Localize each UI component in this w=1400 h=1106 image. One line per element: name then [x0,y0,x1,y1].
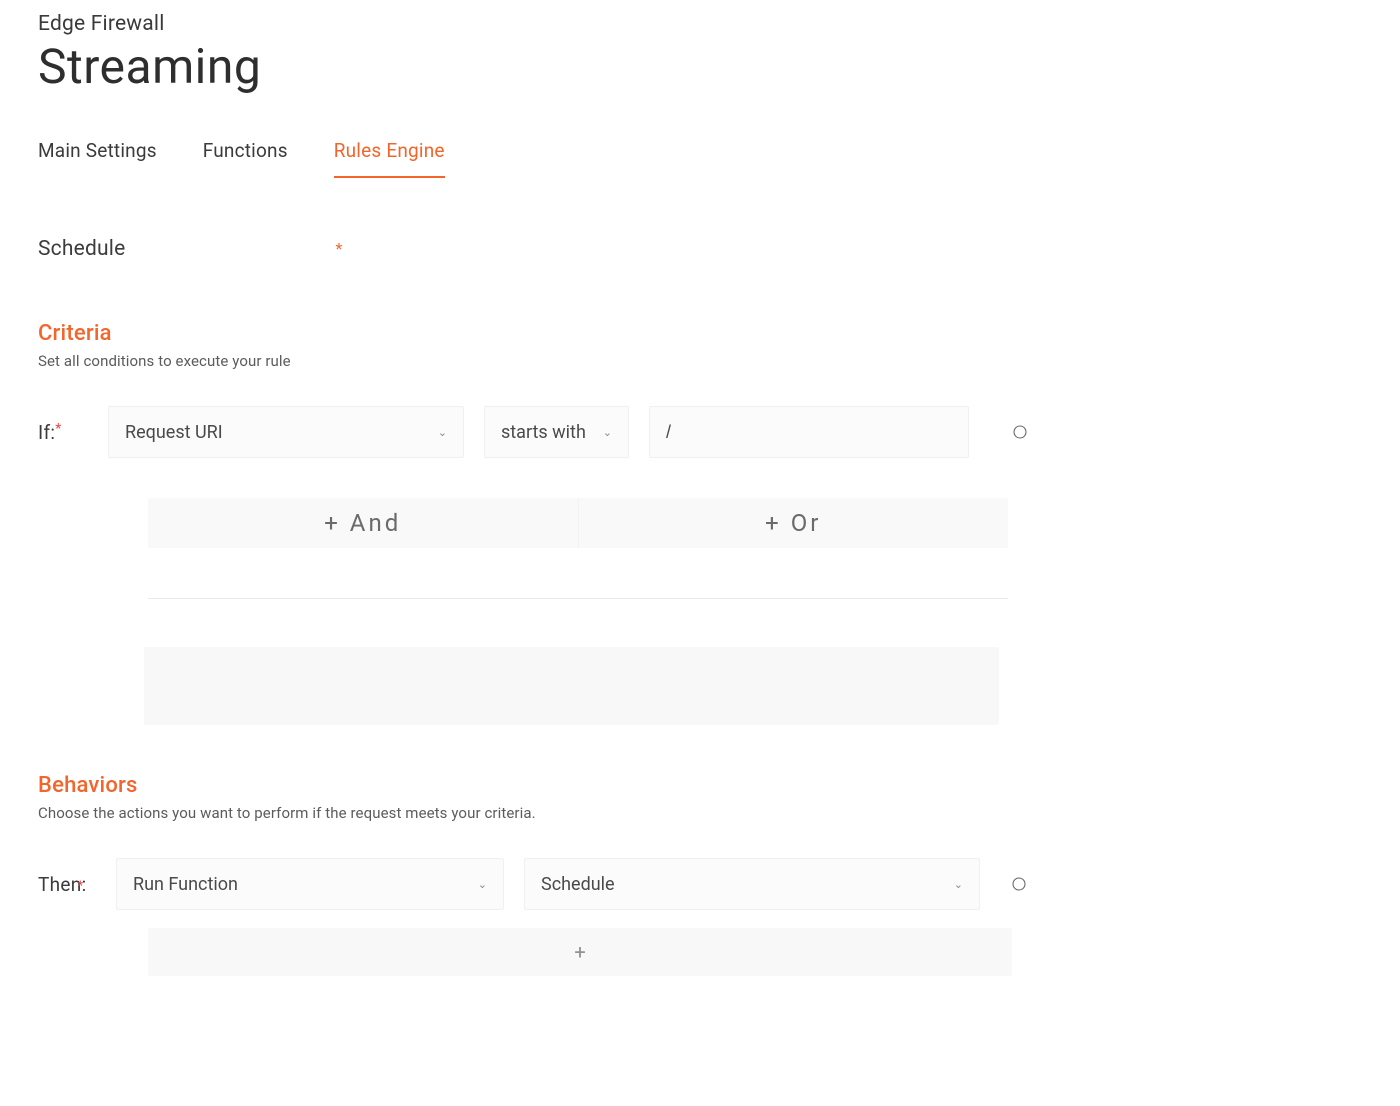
breadcrumb[interactable]: Edge Firewall [38,12,1400,36]
rule-name: Schedule [38,237,125,261]
then-required-marker: * [77,879,83,894]
criteria-operator-select[interactable]: starts with ⌄ [484,406,629,458]
chevron-down-icon: ⌄ [478,878,487,891]
criteria-andor-row: + And + Or [148,498,1008,548]
if-label-text: If: [38,421,55,444]
behaviors-subtext: Choose the actions you want to perform i… [38,804,1400,822]
add-and-condition-button[interactable]: + And [148,498,579,548]
then-label: Then:* [38,873,96,896]
behavior-select[interactable]: Run Function ⌄ [116,858,504,910]
behavior-value: Run Function [133,874,238,895]
criteria-divider [148,598,1008,599]
add-or-condition-button[interactable]: + Or [579,498,1009,548]
criteria-value-input[interactable] [649,406,969,458]
behavior-row: Then:* Run Function ⌄ Schedule ⌄ [38,858,1400,910]
chevron-down-icon: ⌄ [438,426,447,439]
close-icon [1011,876,1027,892]
chevron-down-icon: ⌄ [603,426,612,439]
criteria-operator-value: starts with [501,422,586,443]
criteria-extra-panel [144,647,999,725]
close-icon [1012,424,1028,440]
behavior-function-select[interactable]: Schedule ⌄ [524,858,980,910]
required-marker: * [335,241,342,257]
criteria-subtext: Set all conditions to execute your rule [38,352,1400,370]
remove-criteria-button[interactable] [1007,419,1033,445]
if-label: If:* [38,421,88,444]
behavior-function-value: Schedule [541,874,615,895]
behaviors-heading: Behaviors [38,773,1400,798]
criteria-heading: Criteria [38,321,1400,346]
tab-bar: Main Settings Functions Rules Engine [38,139,1400,179]
add-behavior-button[interactable]: + [148,928,1012,976]
criteria-row: If:* Request URI ⌄ starts with ⌄ [38,406,1400,458]
tab-rules-engine[interactable]: Rules Engine [334,139,445,178]
criteria-variable-select[interactable]: Request URI ⌄ [108,406,464,458]
remove-behavior-button[interactable] [1006,871,1032,897]
tab-main-settings[interactable]: Main Settings [38,139,157,178]
tab-functions[interactable]: Functions [203,139,288,178]
page-title: Streaming [38,38,1400,95]
chevron-down-icon: ⌄ [954,878,963,891]
if-required-marker: * [55,421,61,437]
criteria-variable-value: Request URI [125,422,223,443]
